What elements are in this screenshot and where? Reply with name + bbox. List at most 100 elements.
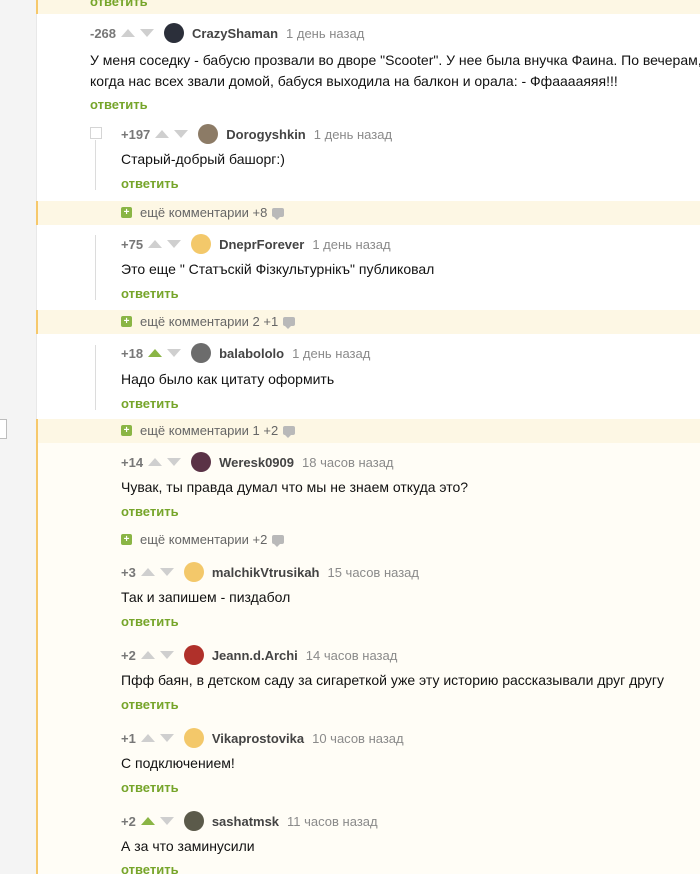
- timestamp[interactable]: 14 часов назад: [306, 648, 398, 663]
- timestamp[interactable]: 1 день назад: [314, 127, 392, 142]
- reply-link[interactable]: ответить: [121, 862, 179, 877]
- upvote-icon[interactable]: [155, 130, 170, 138]
- thread-gutter: [36, 201, 38, 225]
- comment-text: Надо было как цитату оформить: [121, 371, 335, 387]
- comment-text: А за что заминусили: [121, 838, 255, 854]
- expand-icon: +: [121, 425, 132, 436]
- comment-header: +75 DneprForever 1 день назад: [121, 234, 391, 254]
- downvote-icon[interactable]: [159, 817, 174, 825]
- upvote-icon[interactable]: [148, 349, 163, 357]
- thread-gutter: [36, 419, 38, 874]
- comment-bubble-icon: [272, 535, 285, 547]
- collapse-toggle[interactable]: [90, 127, 102, 139]
- more-comments-button[interactable]: + ещё комментарии +2: [121, 532, 285, 547]
- username[interactable]: Jeann.d.Archi: [212, 648, 298, 663]
- downvote-icon[interactable]: [167, 458, 182, 466]
- comment-bubble-icon: [272, 208, 285, 220]
- avatar[interactable]: [191, 234, 212, 254]
- thread-gutter: [36, 0, 38, 14]
- upvote-icon[interactable]: [148, 458, 163, 466]
- avatar[interactable]: [183, 728, 204, 748]
- upvote-icon[interactable]: [140, 734, 155, 742]
- rating: +2: [121, 813, 136, 829]
- timestamp[interactable]: 11 часов назад: [287, 814, 378, 829]
- username[interactable]: balabololo: [219, 346, 284, 361]
- rating: +14: [121, 454, 144, 470]
- rating: +3: [121, 564, 136, 580]
- rating: +18: [121, 345, 144, 361]
- downvote-icon[interactable]: [159, 651, 174, 659]
- avatar[interactable]: [191, 343, 212, 363]
- downvote-icon[interactable]: [167, 349, 182, 357]
- more-comments-label: ещё комментарии 2 +1: [140, 314, 279, 329]
- comment-text: Это еще " Статъскій Фізкультурнікъ" публ…: [121, 261, 435, 277]
- upvote-icon[interactable]: [140, 568, 155, 576]
- downvote-icon[interactable]: [140, 29, 155, 37]
- comment-text: Пфф баян, в детском саду за сигареткой у…: [121, 672, 664, 688]
- username[interactable]: Weresk0909: [219, 455, 294, 470]
- upvote-icon[interactable]: [121, 29, 136, 37]
- comment-header: +3 malchikVtrusikah 15 часов назад: [121, 562, 419, 582]
- reply-link[interactable]: ответить: [121, 396, 179, 411]
- comment-text: Так и запишем - пиздабол: [121, 589, 291, 605]
- rating: +2: [121, 647, 136, 663]
- username[interactable]: malchikVtrusikah: [212, 565, 320, 580]
- comment-text: С подключением!: [121, 755, 235, 771]
- username[interactable]: sashatmsk: [212, 814, 279, 829]
- comment-text: У меня соседку - бабусю прозвали во двор…: [90, 52, 700, 68]
- thread-gutter: [36, 310, 38, 334]
- more-comments-label: ещё комментарии +2: [140, 532, 268, 547]
- reply-link[interactable]: ответить: [121, 614, 179, 629]
- comment-text: Старый-добрый башорг:): [121, 151, 285, 167]
- downvote-icon[interactable]: [167, 240, 182, 248]
- comment-text: Чувак, ты правда думал что мы не знаем о…: [121, 479, 469, 495]
- downvote-icon[interactable]: [159, 734, 174, 742]
- avatar[interactable]: [183, 811, 204, 831]
- thread-line[interactable]: [95, 140, 96, 190]
- reply-link[interactable]: ответить: [90, 97, 148, 112]
- thread-line[interactable]: [95, 345, 96, 410]
- expand-icon: +: [121, 207, 132, 218]
- avatar[interactable]: [198, 124, 219, 144]
- reply-link[interactable]: ответить: [121, 176, 179, 191]
- avatar[interactable]: [183, 645, 204, 665]
- expand-icon: +: [121, 316, 132, 327]
- comment-header: +197 Dorogyshkin 1 день назад: [121, 124, 392, 144]
- reply-link[interactable]: ответить: [121, 286, 179, 301]
- avatar[interactable]: [191, 452, 212, 472]
- reply-link[interactable]: ответить: [121, 780, 179, 795]
- avatar[interactable]: [164, 23, 185, 43]
- username[interactable]: DneprForever: [219, 237, 304, 252]
- upvote-icon[interactable]: [140, 817, 155, 825]
- downvote-icon[interactable]: [159, 568, 174, 576]
- reply-link[interactable]: ответить: [121, 697, 179, 712]
- comment-bubble-icon: [283, 426, 296, 438]
- downvote-icon[interactable]: [174, 130, 189, 138]
- timestamp[interactable]: 15 часов назад: [327, 565, 419, 580]
- timestamp[interactable]: 1 день назад: [312, 237, 390, 252]
- upvote-icon[interactable]: [140, 651, 155, 659]
- comment-header: +2 sashatmsk 11 часов назад: [121, 811, 378, 831]
- avatar[interactable]: [183, 562, 204, 582]
- username[interactable]: Dorogyshkin: [226, 127, 305, 142]
- reply-link[interactable]: ответить: [90, 0, 148, 9]
- rating: +197: [121, 126, 151, 142]
- timestamp[interactable]: 18 часов назад: [302, 455, 394, 470]
- comment-header: -268 CrazyShaman 1 день назад: [90, 23, 364, 43]
- timestamp[interactable]: 1 день назад: [286, 26, 364, 41]
- more-comments-button[interactable]: + ещё комментарии 1 +2: [121, 423, 296, 438]
- comment-header: +18 balabololo 1 день назад: [121, 343, 370, 363]
- upvote-icon[interactable]: [148, 240, 163, 248]
- more-comments-button[interactable]: + ещё комментарии +8: [121, 205, 285, 220]
- more-comments-button[interactable]: + ещё комментарии 2 +1: [121, 314, 296, 329]
- reply-link[interactable]: ответить: [121, 504, 179, 519]
- rating: -268: [90, 25, 117, 41]
- more-comments-label: ещё комментарии 1 +2: [140, 423, 279, 438]
- timestamp[interactable]: 1 день назад: [292, 346, 370, 361]
- timestamp[interactable]: 10 часов назад: [312, 731, 404, 746]
- comment-header: +1 Vikaprostovika 10 часов назад: [121, 728, 404, 748]
- username[interactable]: CrazyShaman: [192, 26, 278, 41]
- username[interactable]: Vikaprostovika: [212, 731, 304, 746]
- thread-line[interactable]: [95, 235, 96, 300]
- sidebar-handle[interactable]: [0, 419, 7, 439]
